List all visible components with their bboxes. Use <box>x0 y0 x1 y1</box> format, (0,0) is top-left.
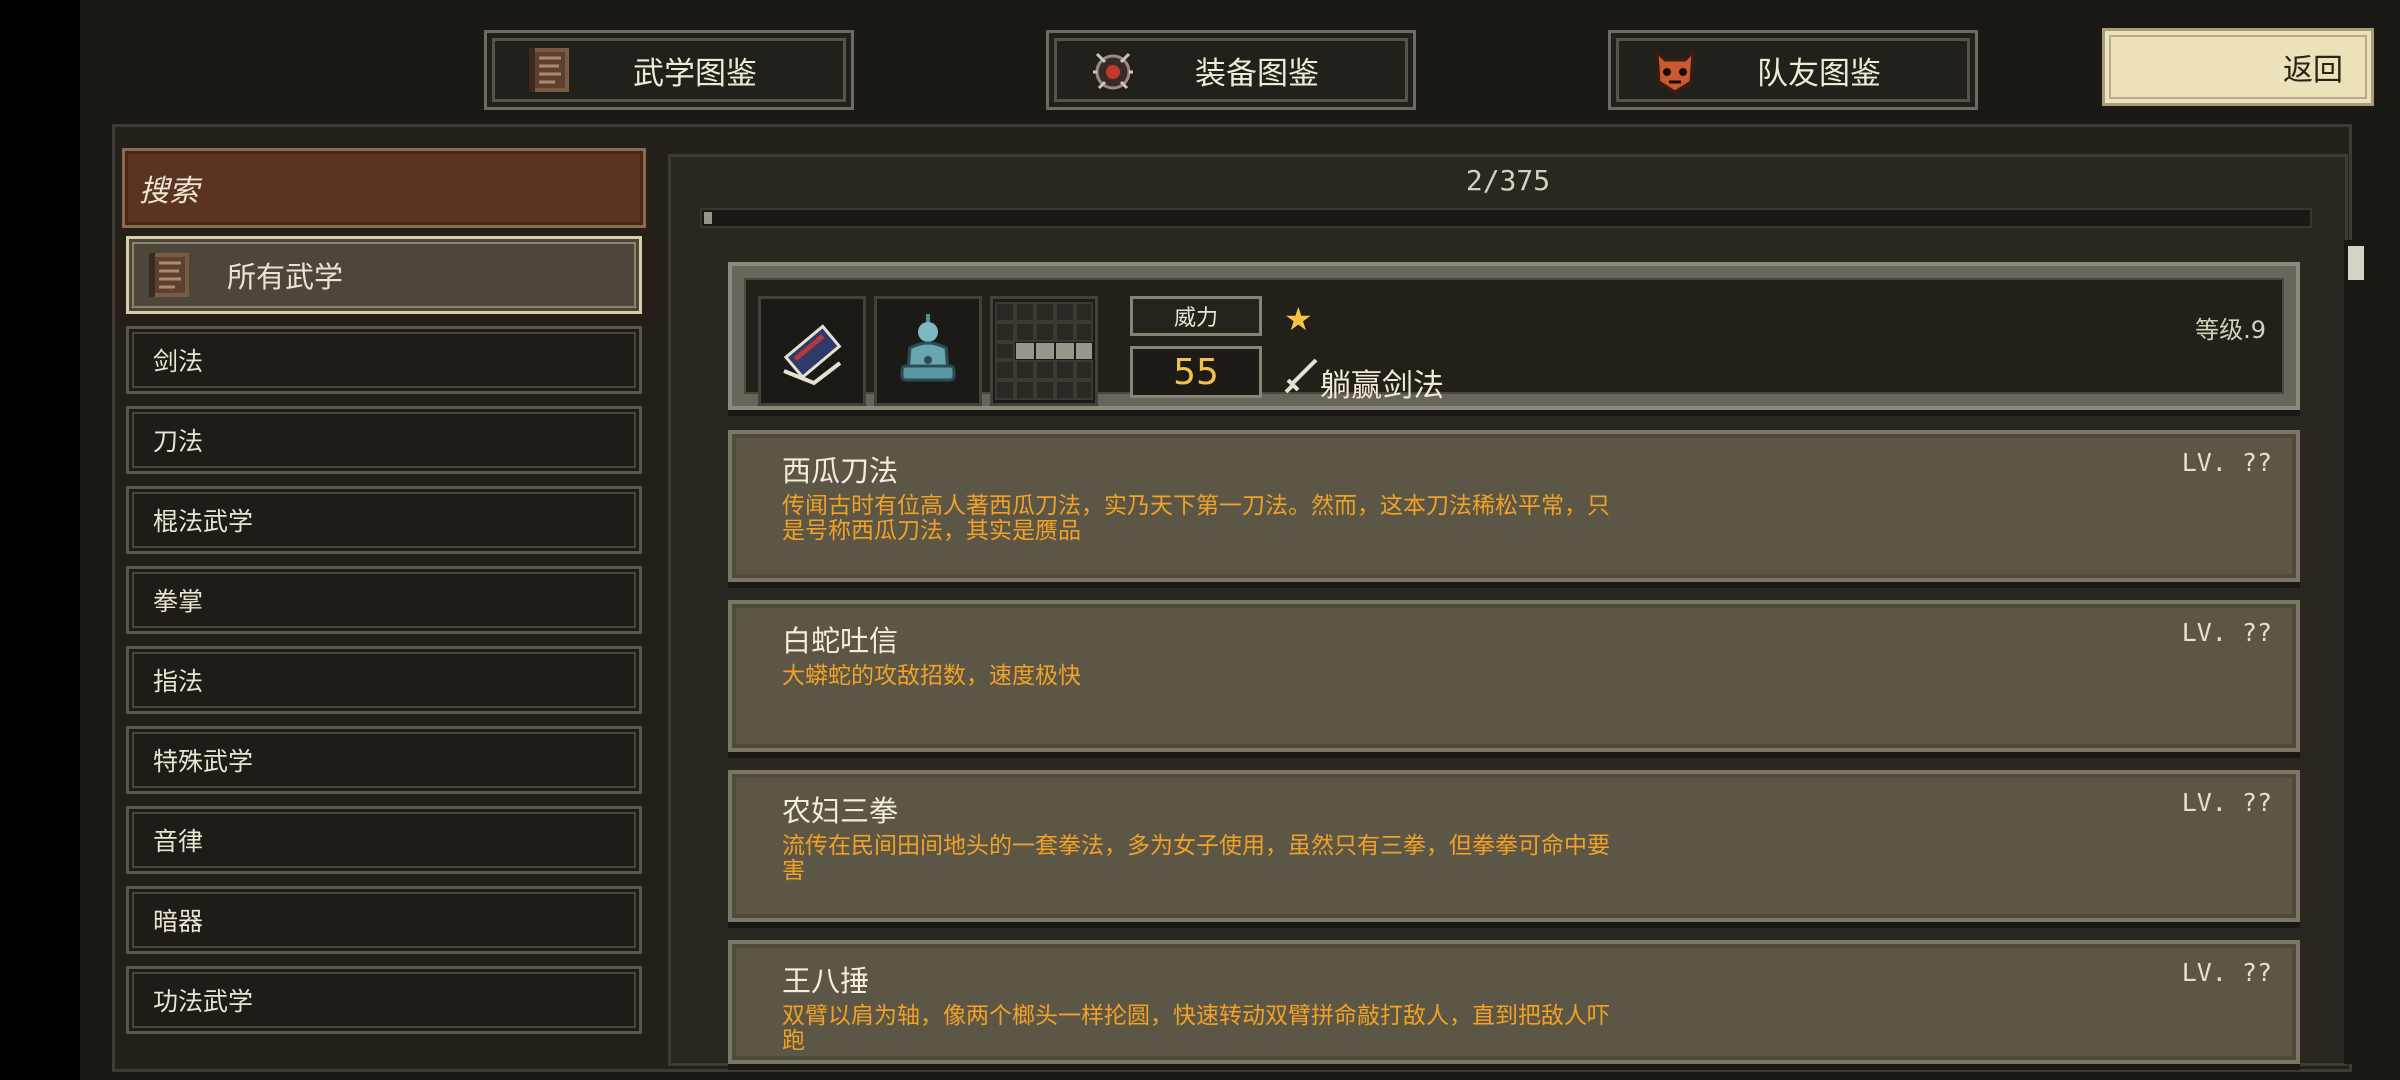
power-value: 55 <box>1130 346 1262 398</box>
equipped-skill-card[interactable]: 威力 55 ★ 躺赢剑法 等级.9 <box>728 262 2300 410</box>
skill-level: LV. ?? <box>2181 788 2272 817</box>
manual-book-icon <box>523 42 579 98</box>
skill-description: 双臂以肩为轴，像两个榔头一样抡圆，快速转动双臂拼命敲打敌人，直到把敌人吓跑 <box>782 1003 1610 1054</box>
tab-label: 装备图鉴 <box>1195 55 1319 92</box>
category-finger[interactable]: 指法 <box>126 646 642 714</box>
category-sword[interactable]: 剑法 <box>126 326 642 394</box>
category-internal-arts[interactable]: 功法武学 <box>126 966 642 1034</box>
list-progress-bar <box>700 208 2312 228</box>
category-all-martial-arts[interactable]: 所有武学 <box>126 236 642 314</box>
manual-book-icon <box>145 249 197 301</box>
skill-title: 白蛇吐信 <box>782 624 899 658</box>
companion-face-icon <box>1647 42 1703 98</box>
result-counter: 2/375 <box>1465 164 1551 197</box>
category-music[interactable]: 音律 <box>126 806 642 874</box>
back-button[interactable]: 返回 <box>2102 28 2374 106</box>
power-label: 威力 <box>1130 296 1262 336</box>
tab-label: 武学图鉴 <box>633 55 757 92</box>
sword-icon <box>1282 356 1322 396</box>
category-hidden-weapon[interactable]: 暗器 <box>126 886 642 954</box>
skill-description: 流传在民间田间地头的一套拳法，多为女子使用，虽然只有三拳，但拳拳可命中要害 <box>782 833 1610 884</box>
bomb-equipment-icon <box>1085 42 1141 98</box>
skill-title: 西瓜刀法 <box>782 454 899 488</box>
equipped-skill-name: 躺赢剑法 <box>1320 368 1444 404</box>
skill-title: 农妇三拳 <box>782 794 899 828</box>
search-input[interactable]: 搜索 <box>122 148 646 228</box>
category-fist-palm[interactable]: 拳掌 <box>126 566 642 634</box>
category-special[interactable]: 特殊武学 <box>126 726 642 794</box>
tab-martial-arts-codex[interactable]: 武学图鉴 <box>484 30 854 110</box>
equipped-skill-level: 等级.9 <box>2195 316 2266 344</box>
category-staff[interactable]: 棍法武学 <box>126 486 642 554</box>
skill-list-item[interactable]: 西瓜刀法 LV. ?? 传闻古时有位高人著西瓜刀法，实乃天下第一刀法。然而，这本… <box>728 430 2300 582</box>
progress-fill <box>704 212 712 224</box>
skill-level: LV. ?? <box>2181 958 2272 987</box>
tab-companion-codex[interactable]: 队友图鉴 <box>1608 30 1978 110</box>
meditating-figure-icon <box>874 296 982 406</box>
tab-label: 队友图鉴 <box>1757 55 1881 92</box>
equipped-skill-inner: 威力 55 ★ 躺赢剑法 等级.9 <box>744 278 2284 406</box>
category-list: 所有武学 剑法 刀法 棍法武学 拳掌 指法 特殊武学 音律 暗器 功法武学 <box>126 236 642 1046</box>
skill-title: 王八捶 <box>782 964 870 998</box>
power-grid-icon <box>990 296 1098 406</box>
scrollbar-track[interactable] <box>2344 240 2368 1064</box>
skill-list-item[interactable]: 王八捶 LV. ?? 双臂以肩为轴，像两个榔头一样抡圆，快速转动双臂拼命敲打敌人… <box>728 940 2300 1064</box>
skill-list-item[interactable]: 农妇三拳 LV. ?? 流传在民间田间地头的一套拳法，多为女子使用，虽然只有三拳… <box>728 770 2300 922</box>
category-blade[interactable]: 刀法 <box>126 406 642 474</box>
skill-description: 传闻古时有位高人著西瓜刀法，实乃天下第一刀法。然而，这本刀法稀松平常，只是号称西… <box>782 493 1610 544</box>
skill-description: 大蟒蛇的攻敌招数，速度极快 <box>782 663 1081 689</box>
scroll-book-icon <box>758 296 866 406</box>
rarity-star-icon: ★ <box>1284 300 1313 338</box>
skill-level: LV. ?? <box>2181 618 2272 647</box>
screen-edge <box>0 0 80 1080</box>
skill-level: LV. ?? <box>2181 448 2272 477</box>
scrollbar-thumb[interactable] <box>2348 246 2364 280</box>
tab-equipment-codex[interactable]: 装备图鉴 <box>1046 30 1416 110</box>
category-label: 所有武学 <box>227 260 344 294</box>
skill-list-item[interactable]: 白蛇吐信 LV. ?? 大蟒蛇的攻敌招数，速度极快 <box>728 600 2300 752</box>
